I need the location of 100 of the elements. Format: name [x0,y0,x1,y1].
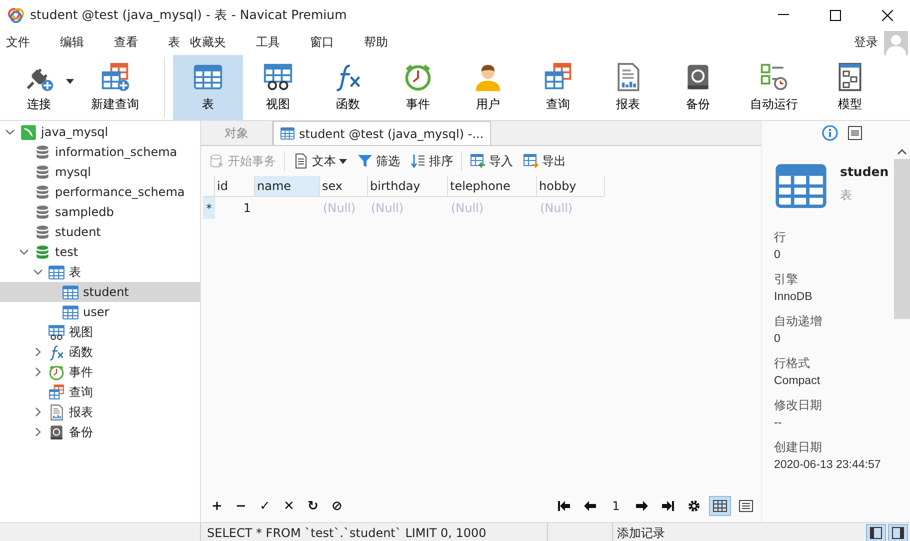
column-header[interactable]: name [255,176,320,197]
tree-item[interactable]: 表 [0,262,200,282]
window-title: student @test (java_mysql) - 表 - Navicat Premium [30,6,348,24]
property-value: InnoDB [774,291,814,303]
record-button[interactable]: ✓ [255,496,275,516]
clock-icon [403,62,433,92]
database-icon [34,244,51,260]
grid-view-button[interactable] [709,496,731,516]
toolbar-button[interactable]: 报表 [593,55,663,120]
login-link[interactable]: 登录 [854,34,878,51]
property-value: 0 [774,249,782,261]
database-icon [34,204,51,220]
toolbar-button[interactable]: 新建查询 [74,55,156,120]
previous-page-icon[interactable] [584,501,596,511]
first-page-icon[interactable] [558,501,570,511]
tree-item[interactable]: 函数 [0,342,200,362]
report-icon [48,404,65,420]
toolbar-button[interactable]: 连接 [4,55,74,120]
tree-item[interactable]: 查询 [0,382,200,402]
tree-item[interactable]: 事件 [0,362,200,382]
page-number: 1 [611,499,621,513]
toolbar-button[interactable]: 排序 [408,150,455,172]
tables-icon [543,62,573,92]
toolbar-button[interactable]: 导入 [468,150,515,172]
minimize-icon[interactable] [778,14,788,16]
tree-item[interactable]: 报表 [0,402,200,422]
record-button[interactable]: ↻ [303,496,323,516]
tree-item[interactable]: information_schema [0,142,200,162]
table-cell[interactable]: 1 [215,197,255,219]
record-button[interactable]: + [207,496,227,516]
tree-item[interactable]: sampledb [0,202,200,222]
tree-item[interactable]: student [0,282,200,302]
menu-item[interactable]: 窗口 [304,34,346,51]
tree-item[interactable]: test [0,242,200,262]
table-icon [62,284,79,300]
column-header[interactable]: hobby [537,176,605,197]
menu-item[interactable]: 工具 [250,34,292,51]
toolbar-button[interactable]: 函数 [313,55,383,120]
toolbar-button[interactable]: 用户 [453,55,523,120]
table-glasses-icon [48,324,65,340]
database-play-icon [209,153,225,169]
document-icon [293,153,309,169]
caret-icon[interactable] [66,79,74,84]
toolbar-button[interactable]: 表 [173,55,243,120]
filter-icon [357,153,373,169]
clock-icon [48,364,65,380]
column-header[interactable]: telephone [448,176,537,197]
tree-item[interactable]: user [0,302,200,322]
toolbar-button[interactable]: 自动运行 [733,55,815,120]
toolbar-button[interactable]: 模型 [815,55,885,120]
user-icon [473,62,503,92]
record-button[interactable]: ⊘ [327,496,347,516]
column-header[interactable]: birthday [368,176,448,197]
layout-button[interactable] [866,524,886,541]
scrollbar-thumb[interactable] [894,159,910,319]
menu-item[interactable]: 帮助 [358,34,400,51]
ddl-icon[interactable] [848,126,862,140]
menu-item[interactable]: 查看 [108,34,150,51]
new-query-icon [100,62,130,92]
tab[interactable]: student @test (java_mysql) -... [273,121,491,145]
menu-item[interactable]: 表 [162,34,184,51]
tree-item[interactable]: java_mysql [0,122,200,142]
export-icon [523,153,539,169]
toolbar-button[interactable]: 文本 [291,150,349,172]
chevron-down-icon[interactable] [5,127,15,137]
property-value: -- [774,417,783,429]
tables-icon [48,384,65,400]
menu-item[interactable]: 文件 [0,34,42,51]
caret-icon[interactable] [339,158,347,164]
record-button[interactable]: ✕ [279,496,299,516]
sort-icon [410,153,426,169]
toolbar-button[interactable]: 视图 [243,55,313,120]
tree-item[interactable]: 备份 [0,422,200,442]
tree-item[interactable]: mysql [0,162,200,182]
sql-statement: SELECT * FROM `test`.`student` LIMIT 0, 1000 [201,523,548,541]
info-icon[interactable] [822,125,838,141]
record-button[interactable]: − [231,496,251,516]
table-icon [193,62,223,92]
toolbar-button[interactable]: 事件 [383,55,453,120]
last-page-icon[interactable] [662,501,674,511]
next-page-icon[interactable] [636,501,648,511]
menu-item[interactable]: 收藏夹 [184,34,238,51]
settings-icon[interactable] [688,500,700,512]
layout-button[interactable] [888,524,908,541]
toolbar-button[interactable]: 备份 [663,55,733,120]
tree-item[interactable]: student [0,222,200,242]
close-icon[interactable] [882,10,892,20]
column-header[interactable]: sex [320,176,368,197]
table-icon [280,126,295,141]
property-value: 0 [774,333,782,345]
tree-item[interactable]: performance_schema [0,182,200,202]
maximize-icon[interactable] [830,10,840,20]
backup-icon [48,424,65,440]
menu-item[interactable]: 编辑 [54,34,96,51]
toolbar-button[interactable]: 导出 [521,150,568,172]
toolbar-button[interactable]: 筛选 [355,150,402,172]
toolbar-button[interactable]: 查询 [523,55,593,120]
object-type: 表 [840,187,853,204]
tree-item[interactable]: 视图 [0,322,200,342]
row-marker: * [203,197,215,219]
